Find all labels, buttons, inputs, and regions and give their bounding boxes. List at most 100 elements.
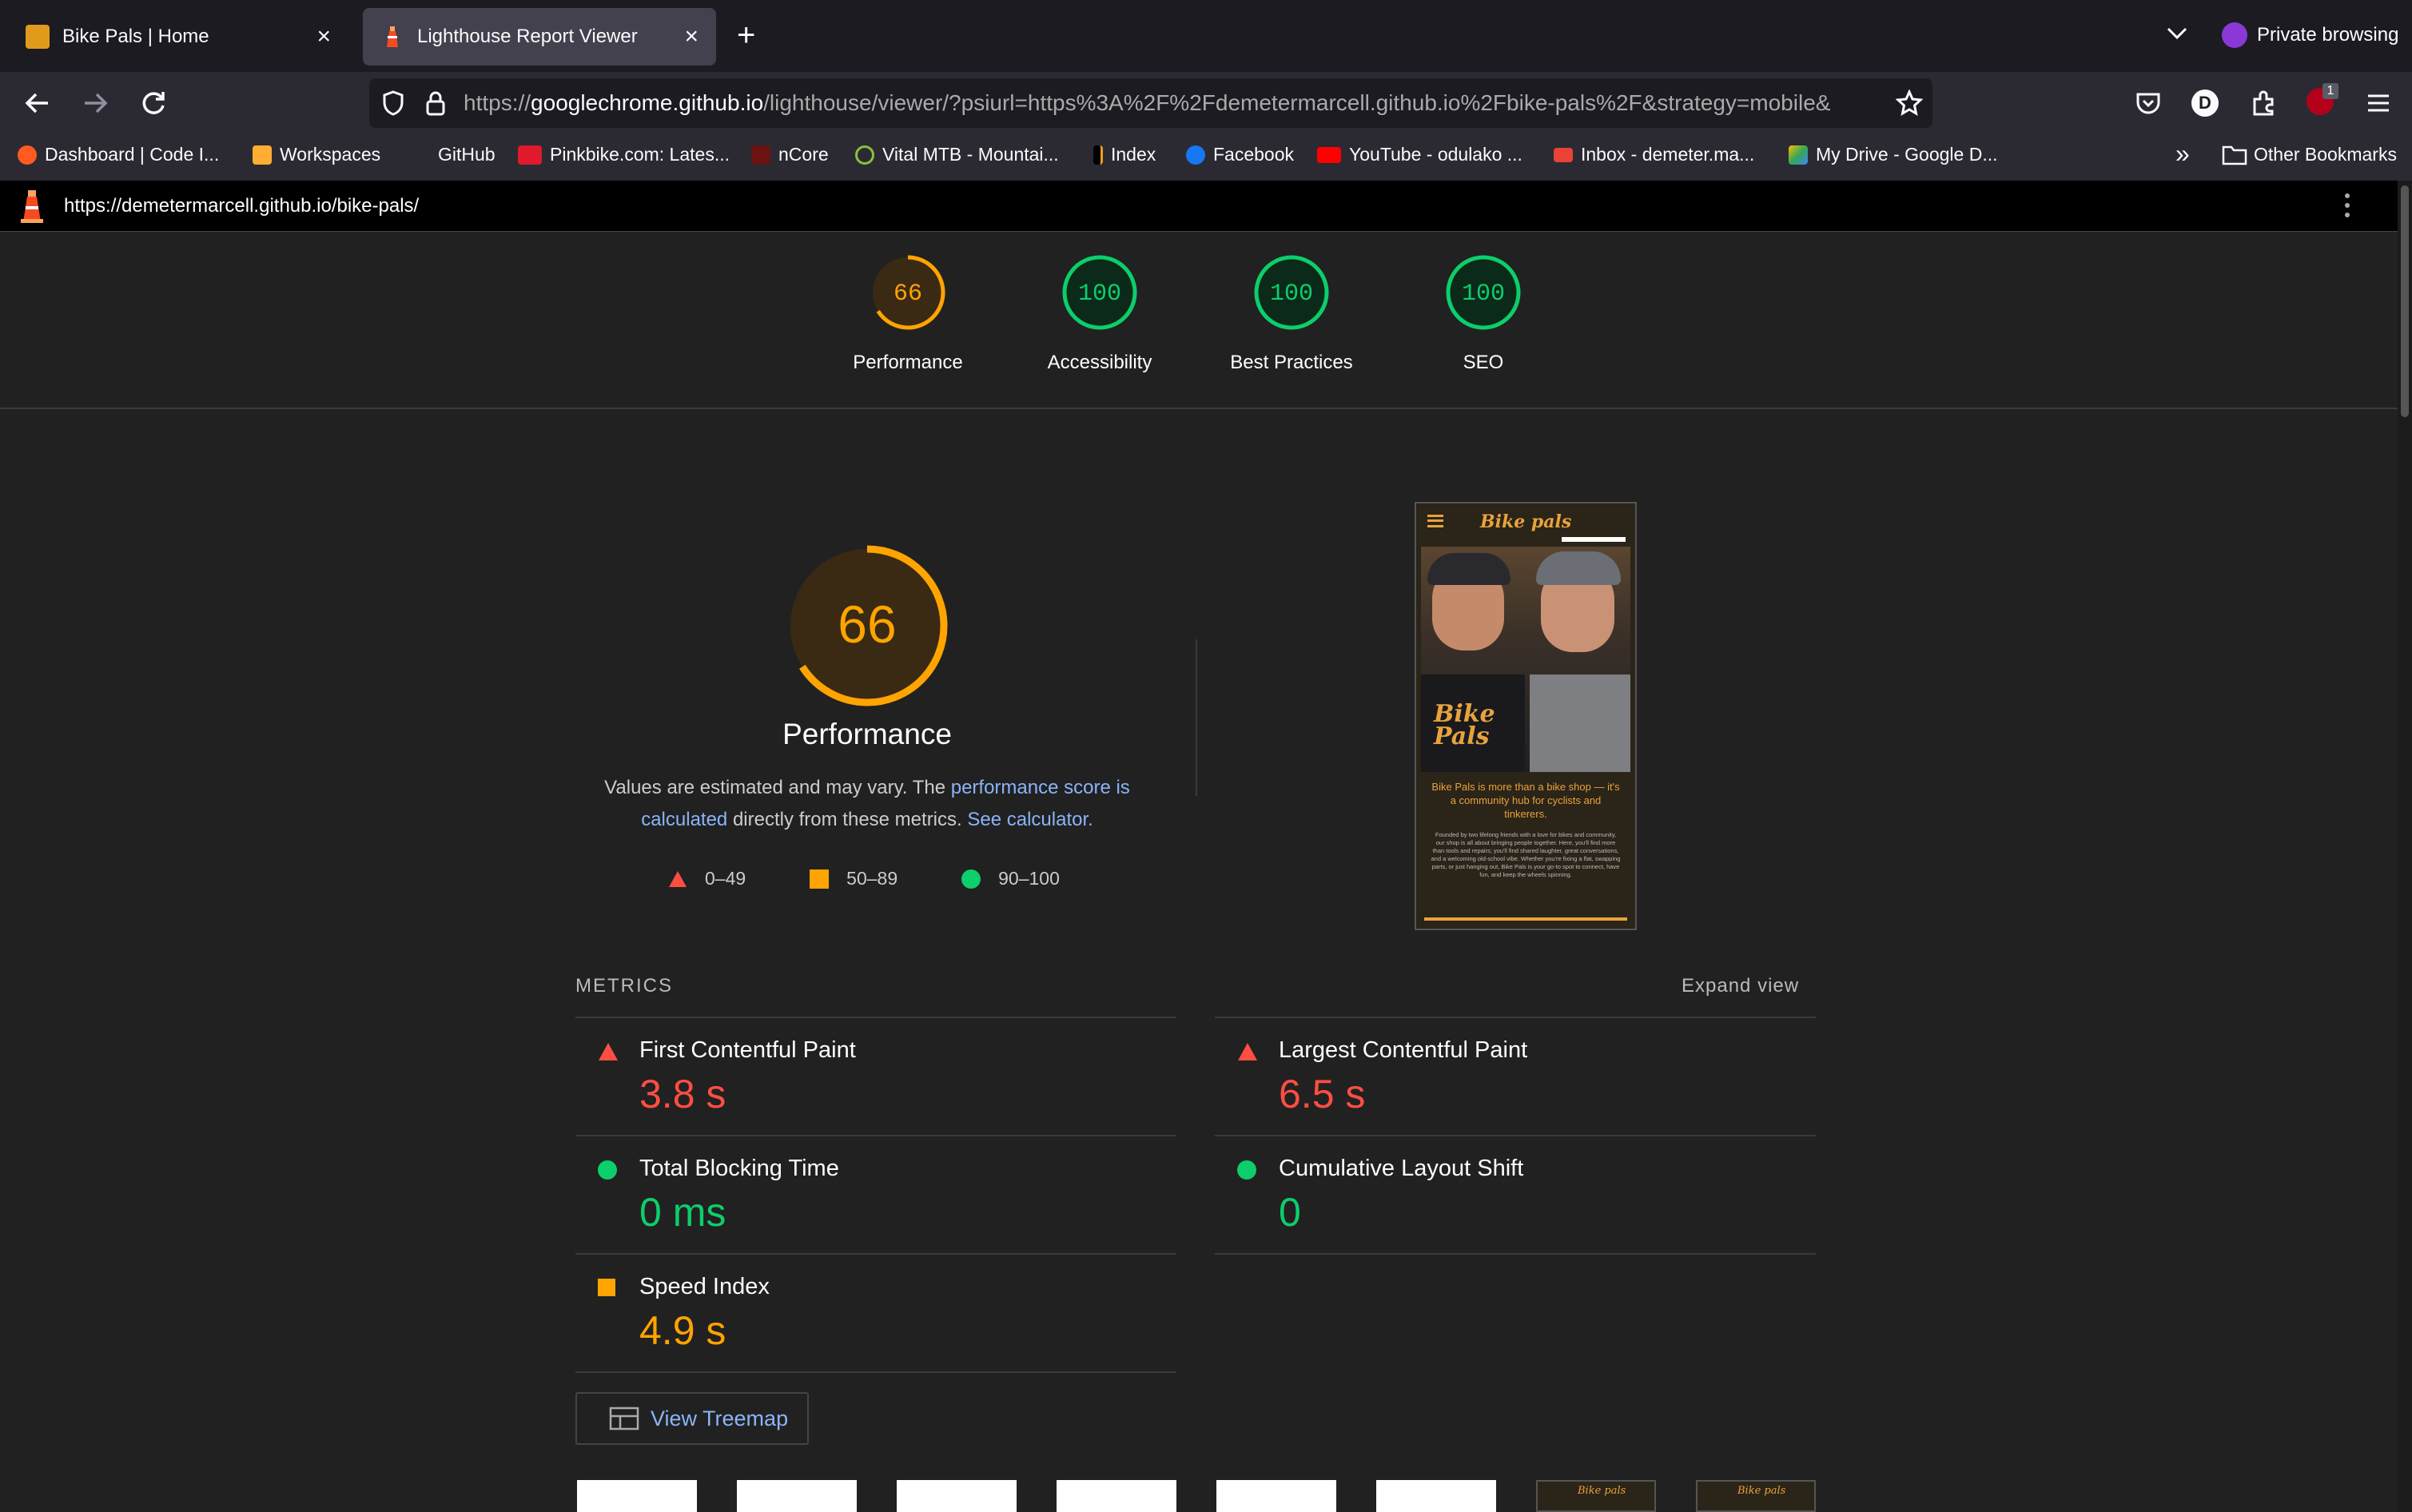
metric-value: 6.5 s xyxy=(1279,1072,1366,1116)
bookmark-label: Dashboard | Code I... xyxy=(45,144,220,165)
metric-largest-contentful-paint: Largest Contentful Paint 6.5 s xyxy=(1215,1018,1816,1136)
metric-value: 0 xyxy=(1279,1190,1301,1235)
bookmark-item[interactable]: My Drive - Google D... xyxy=(1789,144,1998,165)
score-gauge-performance[interactable]: 66 Performance xyxy=(820,253,996,374)
close-tab-icon[interactable]: × xyxy=(316,23,331,50)
bookmark-item[interactable]: Vital MTB - Mountai... xyxy=(855,144,1059,165)
bookmark-label: Workspaces xyxy=(280,144,381,165)
google-drive-icon xyxy=(1789,145,1808,165)
gitpod-icon xyxy=(253,145,272,165)
bookmark-item[interactable]: YouTube - odulako ... xyxy=(1317,144,1522,165)
gauge-score-value: 66 xyxy=(894,281,922,308)
metric-value: 0 ms xyxy=(639,1190,726,1235)
more-bookmarks-chevron-icon[interactable]: » xyxy=(2175,141,2190,166)
gauge-score-value: 100 xyxy=(1270,281,1313,308)
bookmark-label: YouTube - odulako ... xyxy=(1349,144,1522,165)
address-bar[interactable]: https://googlechrome.github.io/lighthous… xyxy=(369,78,1932,128)
bookmark-item[interactable]: Workspaces xyxy=(253,144,380,165)
tools-menu-icon[interactable] xyxy=(2345,193,2351,217)
bookmark-label: GitHub xyxy=(438,144,496,165)
metric-cumulative-layout-shift: Cumulative Layout Shift 0 xyxy=(1215,1136,1816,1255)
back-icon[interactable] xyxy=(24,91,51,115)
url-host: googlechrome.github.io xyxy=(531,90,764,115)
report-url-link[interactable]: https://demetermarcell.github.io/bike-pa… xyxy=(64,195,419,217)
bookmark-item[interactable]: GitHub xyxy=(411,144,496,165)
filmstrip-frame xyxy=(1057,1480,1176,1512)
filmstrip-frame xyxy=(897,1480,1017,1512)
expand-view-toggle[interactable]: Expand view xyxy=(1682,975,1799,997)
fail-triangle-icon xyxy=(1238,1043,1257,1060)
site-nav-underline xyxy=(1562,537,1626,542)
bookmark-star-icon[interactable] xyxy=(1896,90,1923,117)
score-gauge-ring: 100 xyxy=(1062,255,1137,330)
bookmark-label: Facebook xyxy=(1213,144,1295,165)
youtube-icon xyxy=(1317,146,1341,163)
metrics-heading: METRICS xyxy=(575,975,673,997)
bookmarks-toolbar: Dashboard | Code I... Workspaces GitHub … xyxy=(0,134,2412,181)
view-treemap-button[interactable]: View Treemap xyxy=(575,1392,809,1445)
private-mask-icon xyxy=(2222,22,2247,48)
bookmark-item[interactable]: Pinkbike.com: Lates... xyxy=(518,144,730,165)
tab-title: Lighthouse Report Viewer xyxy=(417,26,638,47)
score-gauge-accessibility[interactable]: 100 Accessibility xyxy=(1012,253,1188,374)
score-gauge-best-practices[interactable]: 100 Best Practices xyxy=(1204,253,1379,374)
ncore-icon xyxy=(751,145,770,165)
legend-fail-range: 0–49 xyxy=(705,868,746,889)
metric-name: Largest Contentful Paint xyxy=(1279,1037,1528,1063)
close-tab-icon[interactable]: × xyxy=(684,23,699,50)
performance-gauge-large: 66 xyxy=(783,542,951,714)
pass-circle-icon xyxy=(1237,1160,1256,1180)
gauge-score-value: 100 xyxy=(1078,281,1121,308)
tab-strip: Bike Pals | Home × Lighthouse Report Vie… xyxy=(0,0,2412,72)
other-bookmarks[interactable]: Other Bookmarks xyxy=(2222,144,2397,165)
metric-total-blocking-time: Total Blocking Time 0 ms xyxy=(575,1136,1176,1255)
metric-value: 4.9 s xyxy=(639,1308,726,1353)
extensions-puzzle-icon[interactable] xyxy=(2251,90,2278,117)
menu-hamburger-icon[interactable] xyxy=(2366,93,2391,113)
new-tab-icon[interactable]: + xyxy=(737,19,755,51)
tracking-shield-icon[interactable] xyxy=(380,90,406,117)
metric-name: First Contentful Paint xyxy=(639,1037,856,1063)
tab-lighthouse[interactable]: Lighthouse Report Viewer × xyxy=(363,8,716,66)
see-calculator-link[interactable]: See calculator. xyxy=(967,809,1093,830)
bookmark-item[interactable]: Inbox - demeter.ma... xyxy=(1554,144,1754,165)
score-legend: 0–49 50–89 90–100 xyxy=(668,868,1060,889)
metric-name: Speed Index xyxy=(639,1274,770,1299)
lighthouse-logo-icon xyxy=(21,190,43,223)
tab-bike-pals[interactable]: Bike Pals | Home × xyxy=(8,8,348,66)
filmstrip-frame xyxy=(577,1480,697,1512)
tab-title: Bike Pals | Home xyxy=(62,26,209,47)
bookmark-item[interactable]: nCore xyxy=(751,144,829,165)
extension-badge: 1 xyxy=(2322,83,2338,99)
forward-icon[interactable] xyxy=(82,91,109,115)
bookmark-item[interactable]: Dashboard | Code I... xyxy=(18,144,219,165)
pinkbike-icon xyxy=(518,145,542,165)
account-avatar[interactable]: D xyxy=(2191,90,2219,117)
codeinstitute-icon xyxy=(18,145,37,165)
report-content: 66 Performance 100 Accessibility 100 Best Pra… xyxy=(0,232,2398,1512)
filmstrip-frame: Bike pals xyxy=(1696,1480,1816,1512)
lighthouse-topbar: https://demetermarcell.github.io/bike-pa… xyxy=(0,181,2398,232)
site-footer-bar xyxy=(1424,917,1627,921)
github-icon xyxy=(411,145,430,165)
pocket-icon[interactable] xyxy=(2135,91,2161,115)
gauge-label: Best Practices xyxy=(1230,352,1353,373)
score-gauge-seo[interactable]: 100 SEO xyxy=(1395,253,1571,374)
scrollbar-thumb[interactable] xyxy=(2401,185,2409,417)
lock-icon[interactable] xyxy=(425,90,446,116)
filmstrip-frame xyxy=(1376,1480,1496,1512)
bookmark-item[interactable]: Facebook xyxy=(1186,144,1294,165)
index-icon xyxy=(1093,145,1103,165)
metric-value: 3.8 s xyxy=(639,1072,726,1116)
bookmark-item[interactable]: Index xyxy=(1093,144,1156,165)
bookmark-label: Pinkbike.com: Lates... xyxy=(550,144,730,165)
gauge-label: Accessibility xyxy=(1047,352,1152,373)
helmet-right-icon xyxy=(1536,551,1621,585)
bike-pals-favicon-icon xyxy=(26,25,50,49)
tab-list-chevron-icon[interactable] xyxy=(2166,26,2188,42)
fail-triangle-icon xyxy=(599,1043,618,1060)
final-screenshot[interactable]: Bike pals Bike Pals Bike Pals is more tha… xyxy=(1415,502,1637,930)
reload-icon[interactable] xyxy=(141,90,166,117)
description-text: Values are estimated and may vary. The xyxy=(604,777,951,798)
hero-logo-line2: Pals xyxy=(1434,722,1490,750)
